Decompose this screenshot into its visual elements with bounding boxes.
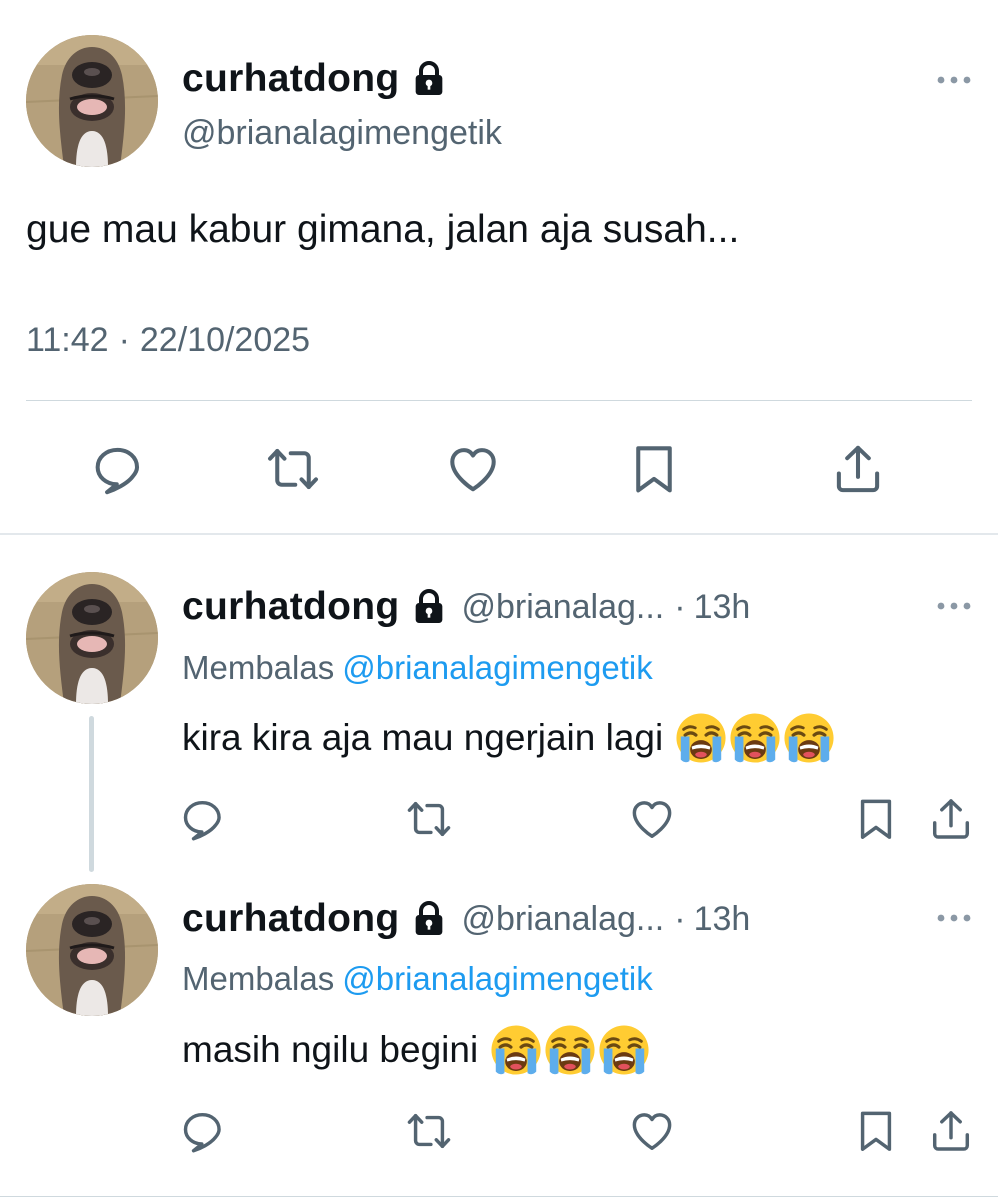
avatar-image	[26, 572, 158, 704]
share-icon	[928, 1108, 974, 1154]
reply-header[interactable]: curhatdong @brianalag... · 13h	[182, 895, 750, 943]
reply-meta: @brianalag... · 13h	[461, 898, 750, 940]
tweet-text: gue mau kabur gimana, jalan aja susah...	[26, 208, 740, 251]
reply-icon	[179, 1108, 225, 1154]
emoji-group	[675, 712, 835, 764]
bookmark-button[interactable]	[852, 1107, 900, 1155]
display-name[interactable]: curhatdong	[182, 583, 399, 631]
reply-text: kira kira aja mau ngerjain lagi	[182, 712, 835, 764]
time-ago[interactable]: 13h	[694, 900, 751, 938]
handle[interactable]: @brianalag...	[461, 588, 664, 626]
lock-icon	[413, 588, 445, 626]
crying-face-emoji	[544, 1024, 596, 1076]
emoji-group	[490, 1024, 650, 1076]
share-icon	[928, 796, 974, 842]
reply-button[interactable]	[178, 795, 226, 843]
share-button[interactable]	[829, 440, 887, 498]
avatar-image	[26, 884, 158, 1016]
reply-header[interactable]: curhatdong @brianalag... · 13h	[182, 583, 750, 631]
separator-dot: ·	[674, 900, 686, 938]
like-button[interactable]	[628, 1107, 676, 1155]
retweet-button[interactable]	[405, 1107, 453, 1155]
bookmark-icon	[627, 442, 681, 496]
bookmark-button[interactable]	[625, 440, 683, 498]
mention-link[interactable]: @brianalagimengetik	[342, 960, 653, 997]
bookmark-icon	[853, 1108, 899, 1154]
more-options-icon[interactable]	[936, 75, 972, 85]
more-options-icon[interactable]	[936, 913, 972, 923]
like-icon	[629, 796, 675, 842]
like-icon	[629, 1108, 675, 1154]
replying-to: Membalas @brianalagimengetik	[182, 958, 653, 1000]
bookmark-button[interactable]	[852, 795, 900, 843]
handle[interactable]: @brianalag...	[461, 900, 664, 938]
tweet-time: 11:42	[26, 321, 109, 359]
mention-link[interactable]: @brianalagimengetik	[342, 649, 653, 686]
crying-face-emoji	[729, 712, 781, 764]
replying-to: Membalas @brianalagimengetik	[182, 647, 653, 689]
section-divider	[0, 533, 998, 535]
crying-face-emoji	[783, 712, 835, 764]
crying-face-emoji	[490, 1024, 542, 1076]
separator-dot: ·	[674, 588, 686, 626]
retweet-icon	[406, 796, 452, 842]
avatar-image	[26, 35, 158, 167]
share-button[interactable]	[927, 795, 975, 843]
retweet-button[interactable]	[264, 440, 322, 498]
retweet-button[interactable]	[405, 795, 453, 843]
like-button[interactable]	[628, 795, 676, 843]
reply-meta: @brianalag... · 13h	[461, 586, 750, 628]
reply-text-content: masih ngilu begini	[182, 1029, 479, 1070]
crying-face-emoji	[675, 712, 727, 764]
lock-icon	[413, 60, 445, 98]
avatar[interactable]	[26, 572, 158, 704]
like-button[interactable]	[444, 440, 502, 498]
separator-dot: ·	[118, 321, 130, 359]
reply-icon	[90, 442, 144, 496]
reply-button[interactable]	[88, 440, 146, 498]
time-ago[interactable]: 13h	[694, 588, 751, 626]
bookmark-icon	[853, 796, 899, 842]
handle[interactable]: @brianalagimengetik	[182, 112, 502, 154]
display-name-text: curhatdong	[182, 57, 400, 100]
share-button[interactable]	[927, 1107, 975, 1155]
display-name[interactable]: curhatdong	[182, 895, 399, 943]
display-name[interactable]: curhatdong	[182, 55, 445, 103]
reply-button[interactable]	[178, 1107, 226, 1155]
tweet-timestamp[interactable]: 11:42 · 22/10/2025	[26, 318, 310, 362]
more-options-icon[interactable]	[936, 601, 972, 611]
thread-connector-line	[89, 716, 94, 872]
reply-text: masih ngilu begini	[182, 1024, 650, 1076]
lock-icon	[413, 900, 445, 938]
replying-label: Membalas	[182, 960, 335, 997]
replying-label: Membalas	[182, 649, 335, 686]
avatar[interactable]	[26, 35, 158, 167]
reply-text-content: kira kira aja mau ngerjain lagi	[182, 717, 664, 758]
avatar[interactable]	[26, 884, 158, 1016]
tweet-date: 22/10/2025	[139, 321, 311, 359]
crying-face-emoji	[598, 1024, 650, 1076]
share-icon	[831, 442, 885, 496]
reply-icon	[179, 796, 225, 842]
like-icon	[446, 442, 500, 496]
divider	[26, 400, 972, 401]
retweet-icon	[266, 442, 320, 496]
divider	[0, 1196, 998, 1197]
retweet-icon	[406, 1108, 452, 1154]
